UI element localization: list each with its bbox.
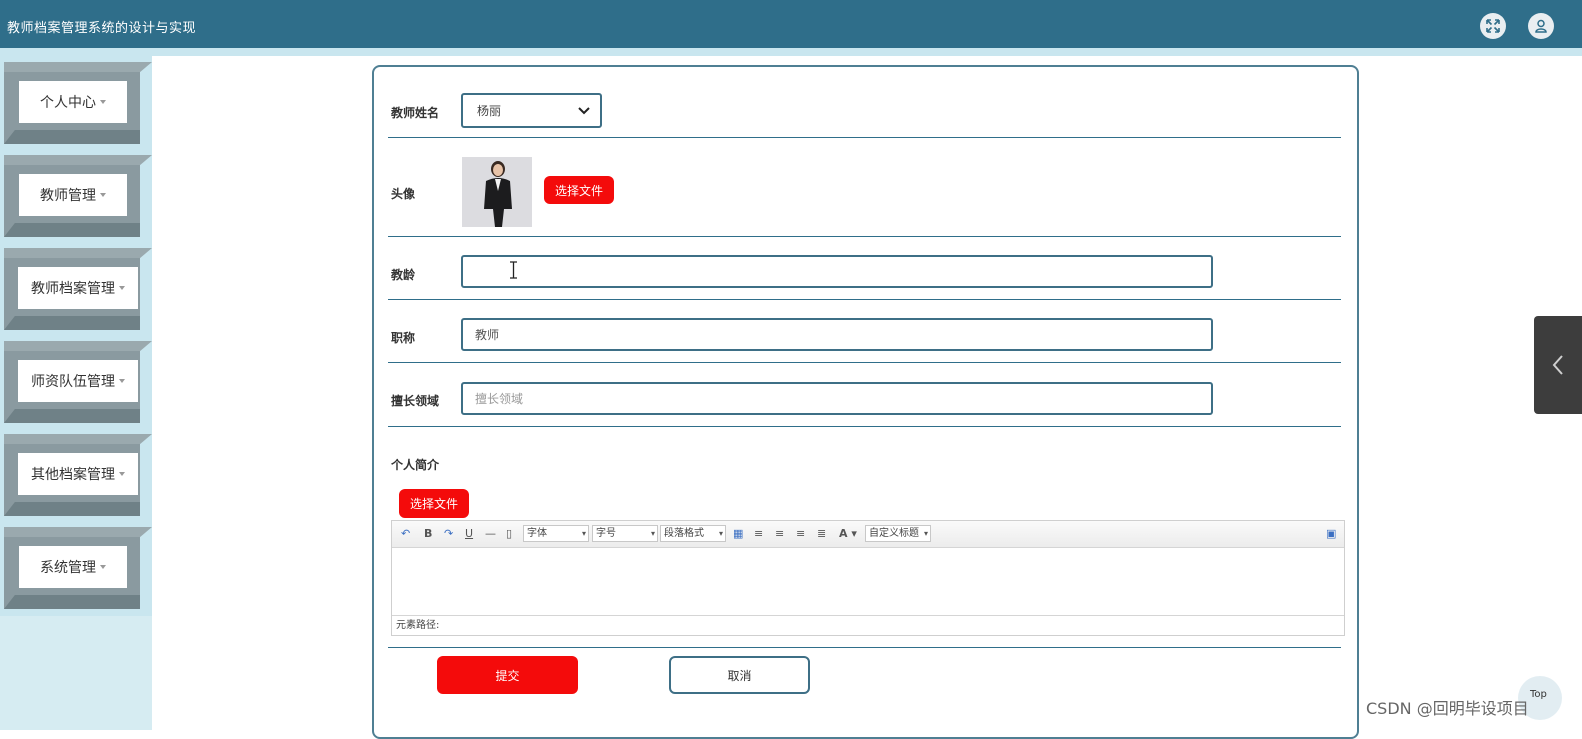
teacher-name-select[interactable]: 杨丽 [461, 93, 602, 128]
align-justify-icon[interactable]: ≣ [817, 527, 826, 540]
font-size-select[interactable]: 字号 ▾ [592, 525, 658, 542]
chevron-down-icon: ▾ [650, 529, 655, 538]
editor-content-area[interactable] [392, 548, 1344, 614]
sidebar-item-label: 师资队伍管理 [31, 374, 115, 390]
cancel-button[interactable]: 取消 [669, 656, 810, 694]
header-strip [0, 48, 1582, 56]
font-color-icon[interactable]: A ▾ [839, 527, 857, 540]
chevron-down-icon [100, 100, 106, 104]
chevron-down-icon [100, 565, 106, 569]
sidebar-footer [0, 616, 152, 730]
teaching-years-label: 教龄 [391, 268, 416, 282]
paragraph-format-select[interactable]: 段落格式 ▾ [660, 525, 726, 542]
chevron-down-icon [100, 193, 106, 197]
chevron-down-icon: ▾ [923, 529, 928, 538]
redo-icon[interactable]: ↷ [444, 527, 453, 540]
submit-button[interactable]: 提交 [437, 656, 578, 694]
divider [388, 236, 1341, 237]
custom-title-select[interactable]: 自定义标题 ▾ [865, 525, 931, 542]
text-cursor-icon [510, 261, 517, 279]
expand-icon [1486, 19, 1500, 33]
app-title: 教师档案管理系统的设计与实现 [7, 21, 197, 36]
fullscreen-button[interactable] [1480, 13, 1506, 39]
horizontal-rule-icon[interactable]: — [485, 527, 496, 540]
undo-icon[interactable]: ↶ [401, 527, 410, 540]
job-title-input[interactable]: 教师 [461, 318, 1213, 351]
divider [388, 426, 1341, 427]
underline-icon[interactable]: U [465, 527, 473, 540]
side-collapse-tab[interactable] [1534, 316, 1582, 414]
sidebar-item-label: 个人中心 [40, 95, 96, 111]
editor-status-bar: 元素路径: [392, 615, 1344, 635]
chevron-down-icon [119, 472, 125, 476]
sidebar-item-system-management[interactable]: 系统管理 [0, 527, 152, 609]
sidebar-item-teacher-management[interactable]: 教师管理 [0, 155, 152, 237]
teaching-years-input[interactable] [461, 255, 1213, 288]
avatar-choose-file-button[interactable]: 选择文件 [544, 176, 614, 204]
teacher-name-value: 杨丽 [477, 104, 502, 118]
job-title-label: 职称 [391, 331, 416, 345]
sidebar-item-teacher-archive-management[interactable]: 教师档案管理 [0, 248, 152, 330]
sidebar-item-label: 教师档案管理 [31, 281, 115, 297]
chevron-down-icon [119, 379, 125, 383]
bold-icon[interactable]: B [424, 527, 432, 540]
user-icon [1535, 19, 1547, 33]
align-center-icon[interactable]: ≡ [796, 527, 805, 540]
back-to-top-label: Top [1530, 689, 1547, 700]
top-bar: 教师档案管理系统的设计与实现 [0, 0, 1582, 48]
table-icon[interactable]: ▦ [733, 527, 743, 540]
font-family-select[interactable]: 字体 ▾ [523, 525, 589, 542]
chevron-down-icon: ▾ [718, 529, 723, 538]
divider [388, 299, 1341, 300]
sidebar-item-label: 教师管理 [40, 188, 96, 204]
align-right-icon[interactable]: ≡ [775, 527, 784, 540]
fullscreen-editor-icon[interactable]: ▣ [1326, 527, 1336, 540]
avatar-image [462, 157, 532, 227]
teacher-name-label: 教师姓名 [391, 106, 440, 120]
sidebar-item-label: 其他档案管理 [31, 467, 115, 483]
sidebar-item-label: 系统管理 [40, 560, 96, 576]
user-button[interactable] [1528, 13, 1554, 39]
chevron-down-icon: ▾ [581, 529, 586, 538]
avatar-label: 头像 [391, 187, 416, 201]
intro-label: 个人简介 [391, 458, 440, 472]
intro-choose-file-button[interactable]: 选择文件 [399, 489, 469, 518]
rich-text-editor: ↶ B ↷ U — ▯ 字体 ▾ 字号 ▾ 段落格式 ▾ ▦ ≡ ≡ ≡ ≣ A ▾ … [391, 520, 1345, 636]
specialty-input[interactable]: 擅长领域 [461, 382, 1213, 415]
watermark: CSDN @回明毕设项目 [1366, 699, 1529, 718]
chevron-down-icon [119, 286, 125, 290]
sidebar-item-faculty-management[interactable]: 师资队伍管理 [0, 341, 152, 423]
chevron-down-icon [578, 106, 590, 114]
sidebar-item-personal-center[interactable]: 个人中心 [0, 62, 152, 144]
divider [388, 137, 1341, 138]
editor-toolbar: ↶ B ↷ U — ▯ 字体 ▾ 字号 ▾ 段落格式 ▾ ▦ ≡ ≡ ≡ ≣ A ▾ … [392, 521, 1344, 548]
specialty-label: 擅长领域 [391, 394, 440, 408]
new-document-icon[interactable]: ▯ [506, 527, 512, 540]
sidebar-item-other-archive-management[interactable]: 其他档案管理 [0, 434, 152, 516]
divider [388, 362, 1341, 363]
divider [388, 647, 1341, 648]
align-left-icon[interactable]: ≡ [754, 527, 763, 540]
chevron-left-icon [1552, 355, 1563, 375]
